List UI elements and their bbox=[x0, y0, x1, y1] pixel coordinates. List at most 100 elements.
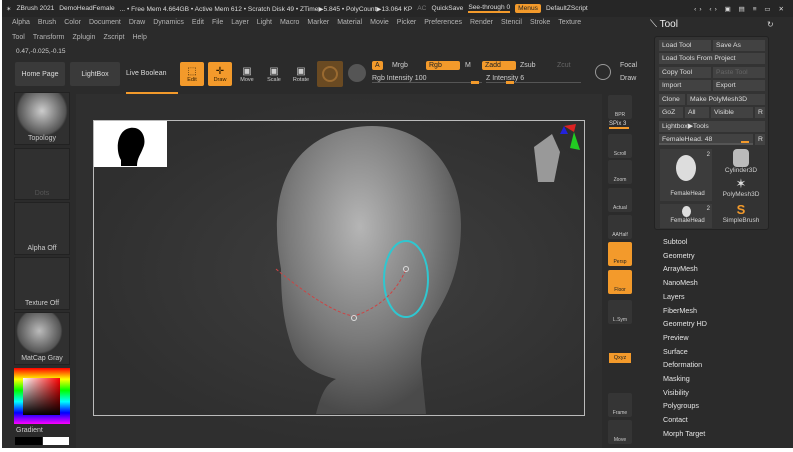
focal-shift-slider[interactable]: Focal bbox=[620, 62, 637, 69]
palette-reset-icon[interactable]: ↻ bbox=[767, 20, 774, 29]
tool-thumb-femalehead[interactable]: FemaleHead 2 bbox=[660, 149, 712, 201]
spix-slider[interactable]: SPix 3 bbox=[609, 121, 629, 129]
subpalette-subtool[interactable]: Subtool bbox=[663, 237, 687, 246]
goz-button[interactable]: GoZ bbox=[659, 107, 683, 118]
quicksave-button[interactable]: QuickSave bbox=[431, 5, 463, 12]
load-tool-button[interactable]: Load Tool bbox=[659, 40, 711, 51]
brush-size-icon[interactable] bbox=[595, 64, 611, 80]
menu-zscript[interactable]: Zscript bbox=[103, 34, 124, 41]
subpalette-contact[interactable]: Contact bbox=[663, 415, 688, 424]
document-canvas[interactable] bbox=[76, 94, 602, 448]
right-shelf-scroll[interactable]: Scroll bbox=[608, 134, 632, 158]
right-shelf-persp[interactable]: Persp bbox=[608, 242, 632, 266]
lightbox-tools-button[interactable]: Lightbox▶Tools bbox=[659, 121, 765, 132]
edit-button[interactable]: ⬚ Edit bbox=[180, 62, 204, 86]
window-controls[interactable]: ‹› ‹› ▣ ▤ ≡ ▭ ✕ bbox=[694, 5, 793, 13]
menu-brush[interactable]: Brush bbox=[38, 19, 56, 26]
current-tool-slider[interactable]: FemaleHead. 48 bbox=[659, 134, 753, 145]
color-picker[interactable] bbox=[14, 368, 70, 424]
draw-button[interactable]: ✛ Draw bbox=[208, 62, 232, 86]
subpalette-nanomesh[interactable]: NanoMesh bbox=[663, 278, 698, 287]
menu-preferences[interactable]: Preferences bbox=[424, 19, 462, 26]
menu-light[interactable]: Light bbox=[257, 19, 272, 26]
tool-thumb-cylinder3d[interactable]: Cylinder3D bbox=[715, 149, 767, 179]
menu-color[interactable]: Color bbox=[64, 19, 81, 26]
tool-r-button[interactable]: R bbox=[755, 134, 765, 145]
menu-texture[interactable]: Texture bbox=[558, 19, 581, 26]
right-shelf-floor[interactable]: Floor bbox=[608, 270, 632, 294]
menu-macro[interactable]: Macro bbox=[280, 19, 299, 26]
live-boolean-button[interactable]: Live Boolean bbox=[126, 70, 166, 77]
menu-picker[interactable]: Picker bbox=[397, 19, 416, 26]
menu-dynamics[interactable]: Dynamics bbox=[153, 19, 184, 26]
stroke-dots[interactable]: Dots bbox=[14, 148, 70, 200]
goz-all-button[interactable]: All bbox=[685, 107, 709, 118]
clone-button[interactable]: Clone bbox=[659, 94, 685, 105]
tool-thumb-polymesh3d[interactable]: ✶ PolyMesh3D bbox=[715, 177, 767, 203]
subpalette-surface[interactable]: Surface bbox=[663, 347, 688, 356]
menu-render[interactable]: Render bbox=[470, 19, 493, 26]
paste-tool-button[interactable]: Paste Tool bbox=[713, 67, 765, 78]
tool-thumb-femalehead-small[interactable]: FemaleHead 2 bbox=[660, 204, 712, 228]
material-sphere-icon[interactable] bbox=[348, 64, 366, 82]
menu-movie[interactable]: Movie bbox=[370, 19, 389, 26]
save-as-button[interactable]: Save As bbox=[713, 40, 765, 51]
subpalette-polygroups[interactable]: Polygroups bbox=[663, 401, 699, 410]
goz-r-button[interactable]: R bbox=[755, 107, 765, 118]
alpha-off[interactable]: Alpha Off bbox=[14, 202, 70, 255]
subpalette-fibermesh[interactable]: FiberMesh bbox=[663, 306, 697, 315]
zsub-button[interactable]: Zsub bbox=[520, 62, 536, 69]
material-matcap-gray[interactable]: MatCap Gray bbox=[14, 312, 70, 365]
menu-tool[interactable]: Tool bbox=[12, 34, 25, 41]
z-intensity-slider[interactable]: Z Intensity 6 bbox=[486, 75, 581, 84]
subpalette-visibility[interactable]: Visibility bbox=[663, 388, 689, 397]
import-button[interactable]: Import bbox=[659, 80, 711, 91]
subpalette-geometry-hd[interactable]: Geometry HD bbox=[663, 319, 707, 328]
subpalette-arraymesh[interactable]: ArrayMesh bbox=[663, 264, 698, 273]
m-button[interactable]: M bbox=[465, 62, 471, 69]
menu-stroke[interactable]: Stroke bbox=[530, 19, 550, 26]
ac-button[interactable]: AC bbox=[417, 5, 426, 12]
menu-document[interactable]: Document bbox=[89, 19, 121, 26]
texture-off[interactable]: Texture Off bbox=[14, 257, 70, 310]
menu-marker[interactable]: Marker bbox=[307, 19, 329, 26]
menu-material[interactable]: Material bbox=[337, 19, 362, 26]
brush-topology[interactable]: Topology bbox=[14, 92, 70, 145]
menu-draw[interactable]: Draw bbox=[129, 19, 145, 26]
see-through-slider[interactable]: See-through 0 bbox=[468, 4, 511, 13]
right-shelf-bpr[interactable]: BPR bbox=[608, 95, 632, 119]
subpalette-masking[interactable]: Masking bbox=[663, 374, 690, 383]
export-button[interactable]: Export bbox=[713, 80, 765, 91]
secondary-color-swatch[interactable] bbox=[43, 437, 69, 445]
menu-file[interactable]: File bbox=[212, 19, 223, 26]
right-shelf-actual[interactable]: Actual bbox=[608, 188, 632, 212]
make-polymesh3d-button[interactable]: Make PolyMesh3D bbox=[687, 94, 765, 105]
right-shelf-zoom[interactable]: Zoom bbox=[608, 160, 632, 184]
right-shelf-frame[interactable]: Frame bbox=[608, 393, 632, 417]
mrgb-button[interactable]: Mrgb bbox=[392, 62, 408, 69]
xyz-symmetry-button[interactable]: Qxyz bbox=[609, 353, 631, 363]
main-color-swatch[interactable] bbox=[15, 437, 42, 445]
copy-tool-button[interactable]: Copy Tool bbox=[659, 67, 711, 78]
sculptris-pro-button[interactable] bbox=[317, 61, 343, 87]
default-zscript[interactable]: DefaultZScript bbox=[546, 5, 588, 12]
lightbox-button[interactable]: LightBox bbox=[70, 62, 120, 86]
menu-zplugin[interactable]: Zplugin bbox=[72, 34, 95, 41]
subpalette-layers[interactable]: Layers bbox=[663, 292, 685, 301]
scale-button[interactable]: ▣ Scale bbox=[263, 62, 285, 86]
menu-alpha[interactable]: Alpha bbox=[12, 19, 30, 26]
load-tools-from-project-button[interactable]: Load Tools From Project bbox=[659, 53, 765, 64]
menus-toggle[interactable]: Menus bbox=[515, 4, 541, 13]
subpalette-deformation[interactable]: Deformation bbox=[663, 360, 702, 369]
menu-transform[interactable]: Transform bbox=[33, 34, 65, 41]
menu-edit[interactable]: Edit bbox=[192, 19, 204, 26]
subpalette-preview[interactable]: Preview bbox=[663, 333, 689, 342]
zadd-button[interactable]: Zadd bbox=[482, 61, 516, 70]
goz-visible-button[interactable]: Visible bbox=[711, 107, 753, 118]
menu-help[interactable]: Help bbox=[132, 34, 146, 41]
right-shelf-aahalf[interactable]: AAHalf bbox=[608, 215, 632, 239]
navigation-gizmo[interactable] bbox=[524, 122, 584, 192]
right-shelf-l-sym[interactable]: L.Sym bbox=[608, 300, 632, 324]
right-shelf-move[interactable]: Move bbox=[608, 420, 632, 444]
zcut-button[interactable]: Zcut bbox=[557, 62, 571, 69]
